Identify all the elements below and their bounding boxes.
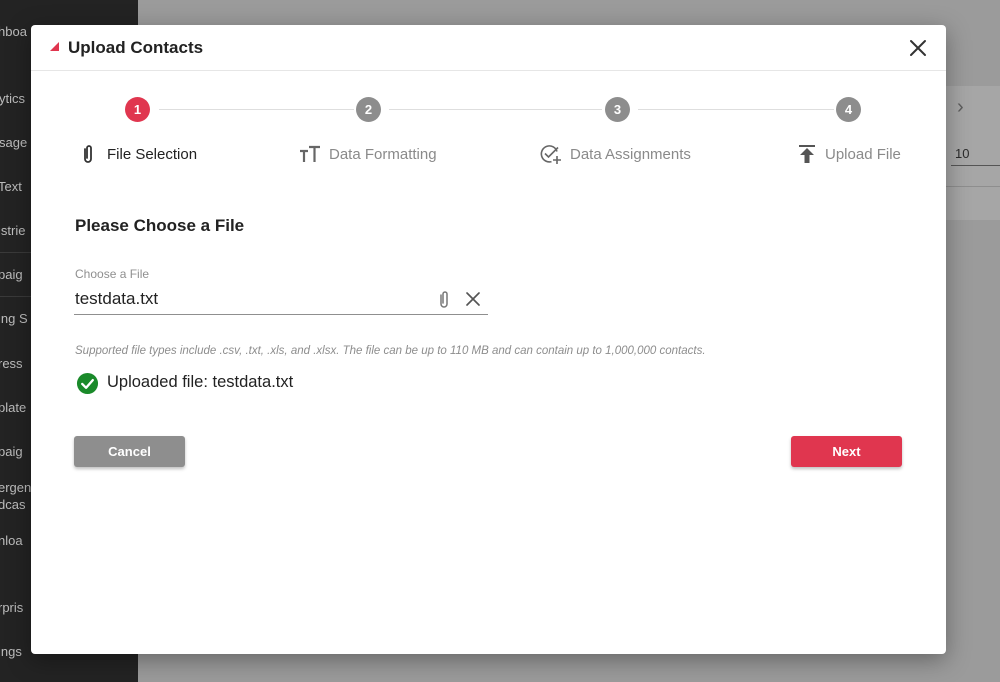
background-nav-item: rpris [0,600,24,615]
text-size-icon [300,145,320,162]
step-connector [389,109,602,110]
upload-stepper: 1 2 3 4 File Selection Data Formatting D… [31,93,946,173]
step-connector [159,109,354,110]
background-underline [951,165,1000,166]
background-nav-item: sage [0,135,28,150]
step-1-number[interactable]: 1 [125,97,150,122]
background-nav-item: ergen [0,480,32,495]
background-panel-value: 10 [955,146,970,161]
step-2-label[interactable]: Data Formatting [329,146,437,163]
paperclip-icon [84,145,92,163]
step-connector [638,109,834,110]
paperclip-icon[interactable] [435,289,453,311]
dialog-header: Upload Contacts [31,25,946,71]
background-nav-item: Text [0,179,22,194]
background-nav-item: istrie [0,223,26,238]
check-circle-icon [76,372,99,395]
background-nav-item: paig [0,444,23,459]
upload-success-message: Uploaded file: testdata.txt [107,373,294,391]
title-accent-icon [50,42,59,51]
background-nav-item: hboa [0,24,27,39]
chevron-right-icon: › [957,96,964,118]
background-nav-item: paig [0,267,23,282]
supported-types-helper: Supported file types include .csv, .txt,… [75,345,706,357]
background-panel: › 10 [945,86,1000,220]
step-3-number[interactable]: 3 [605,97,630,122]
background-nav-item: dcas [0,497,26,512]
background-nav-item: plate [0,400,27,415]
background-nav-item: ing S [0,311,28,326]
next-button[interactable]: Next [791,436,902,467]
background-nav-item: nloa [0,533,23,548]
dialog-title: Upload Contacts [68,38,204,57]
background-divider [945,186,1000,187]
cancel-button[interactable]: Cancel [74,436,185,467]
step-2-number[interactable]: 2 [356,97,381,122]
step-4-label[interactable]: Upload File [825,146,901,163]
step-1-label[interactable]: File Selection [107,146,197,163]
file-input[interactable] [74,287,488,315]
check-circle-plus-icon [540,145,561,164]
clear-icon[interactable] [463,289,483,309]
background-nav-item: ings [0,644,22,659]
step-4-number[interactable]: 4 [836,97,861,122]
step-3-label[interactable]: Data Assignments [570,146,691,163]
upload-icon [799,145,815,163]
file-field-label: Choose a File [75,267,150,281]
background-nav-item: ress [0,356,23,371]
upload-contacts-dialog: Upload Contacts 1 2 3 4 File Selection D… [31,25,946,654]
section-title: Please Choose a File [75,216,245,235]
close-icon[interactable] [906,36,930,60]
background-nav-item: ytics [0,91,25,106]
